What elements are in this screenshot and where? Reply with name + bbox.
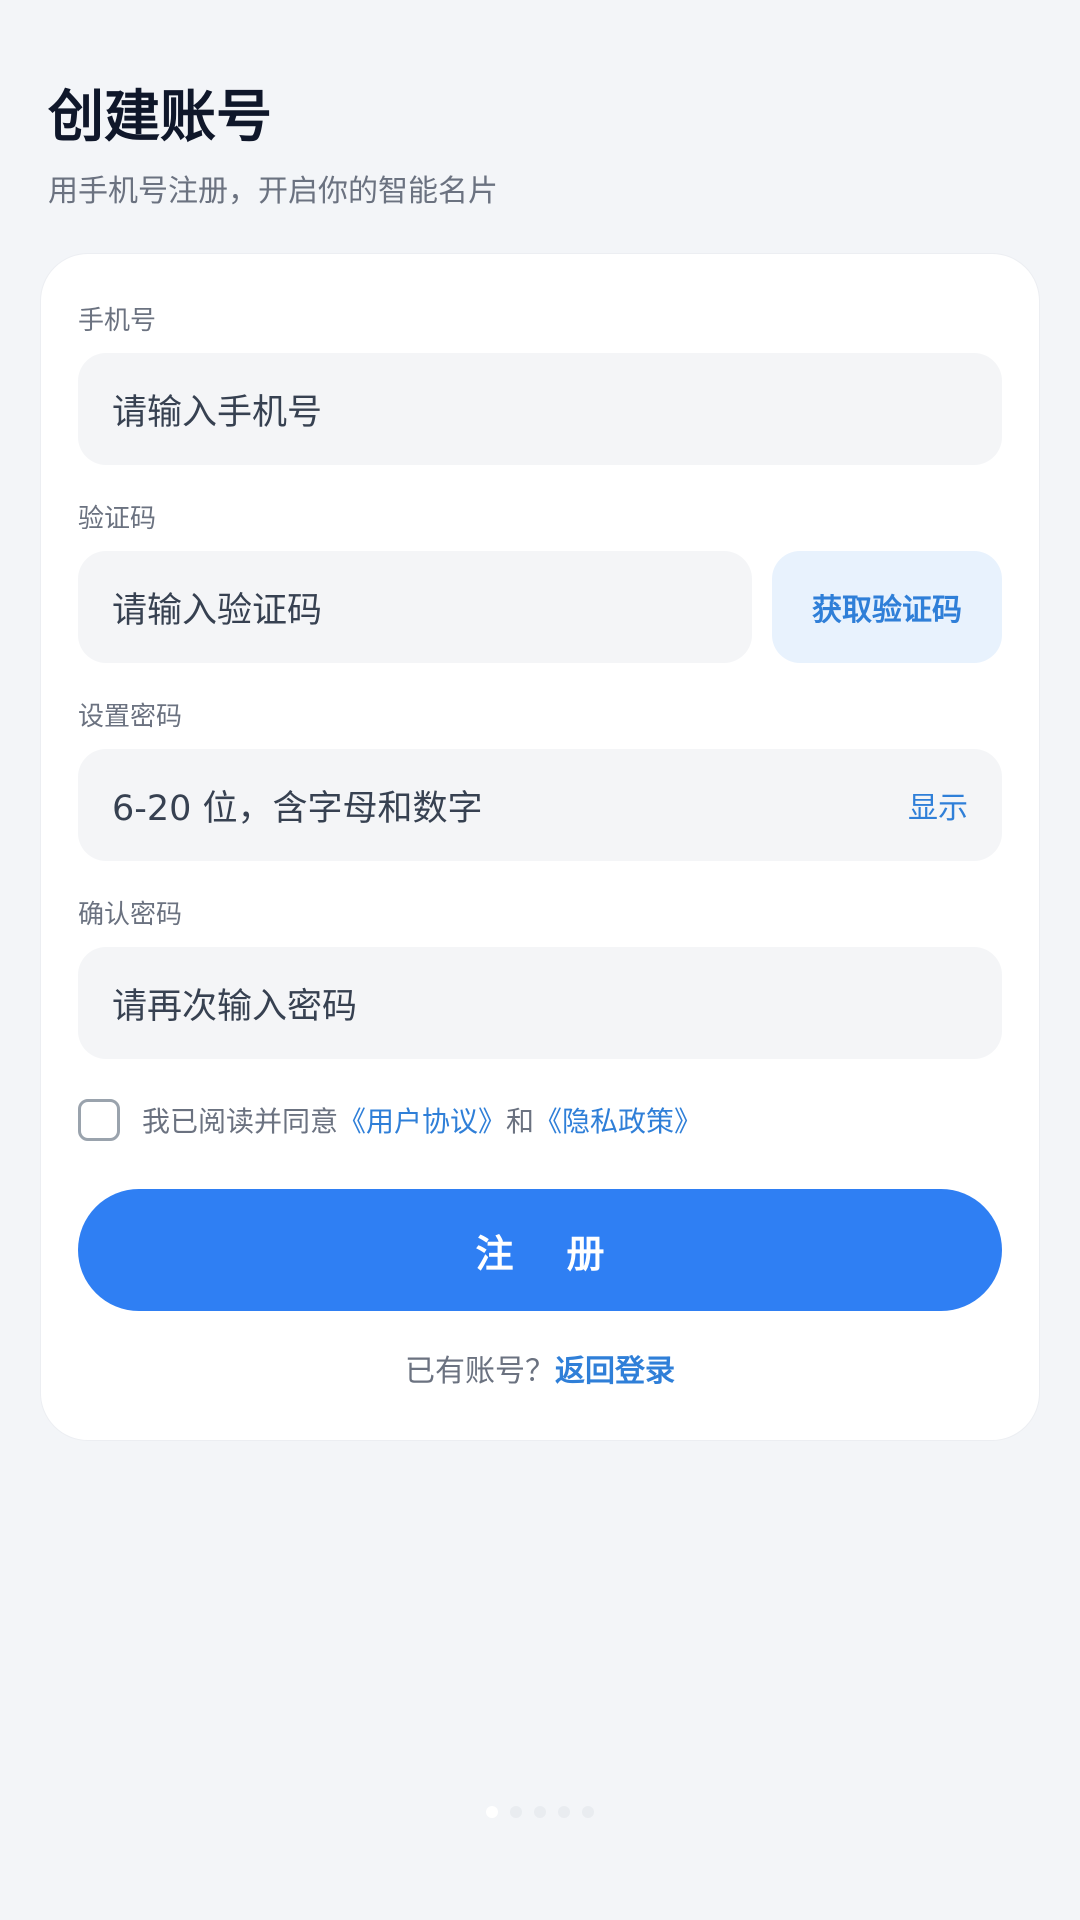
code-label: 验证码 <box>78 504 157 534</box>
user-agreement-link[interactable]: 《用户协议》 <box>338 1105 506 1138</box>
get-code-button[interactable]: 获取验证码 <box>772 551 1002 663</box>
page-dot <box>582 1806 594 1818</box>
register-page: 创建账号 用手机号注册，开启你的智能名片 手机号 请输入手机号 验证码 请输入验… <box>0 0 1080 1920</box>
agreement-text: 我已阅读并同意《用户协议》和《隐私政策》 <box>142 1100 702 1140</box>
agreement-connector: 和 <box>506 1105 535 1138</box>
page-dot <box>510 1806 522 1818</box>
page-dot <box>486 1806 498 1818</box>
agreement-checkbox[interactable] <box>78 1099 120 1141</box>
register-button[interactable]: 注 册 <box>78 1189 1002 1311</box>
page-subtitle: 用手机号注册，开启你的智能名片 <box>48 174 498 209</box>
phone-label: 手机号 <box>78 306 157 336</box>
phone-placeholder: 请输入手机号 <box>112 392 323 433</box>
page-dot <box>534 1806 546 1818</box>
privacy-policy-link[interactable]: 《隐私政策》 <box>534 1105 702 1138</box>
password-placeholder: 6-20 位，含字母和数字 <box>112 788 483 829</box>
back-to-login-link[interactable]: 返回登录 <box>555 1354 675 1389</box>
page-title: 创建账号 <box>48 85 272 150</box>
agreement-prefix: 我已阅读并同意 <box>142 1105 339 1138</box>
code-placeholder: 请输入验证码 <box>112 590 323 631</box>
password-label: 设置密码 <box>78 702 183 732</box>
confirm-password-input[interactable]: 请再次输入密码 <box>78 947 1002 1059</box>
password-input[interactable]: 6-20 位，含字母和数字 显示 <box>78 749 1002 861</box>
confirm-password-label: 确认密码 <box>78 900 183 930</box>
code-input[interactable]: 请输入验证码 <box>78 551 752 663</box>
agreement-row: 我已阅读并同意《用户协议》和《隐私政策》 <box>78 1098 702 1142</box>
phone-input[interactable]: 请输入手机号 <box>78 353 1002 465</box>
login-prompt-row: 已有账号？返回登录 <box>0 1352 1080 1392</box>
confirm-password-placeholder: 请再次输入密码 <box>112 986 358 1027</box>
page-dot <box>558 1806 570 1818</box>
login-prompt: 已有账号？ <box>405 1354 555 1389</box>
show-password-toggle[interactable]: 显示 <box>908 783 968 827</box>
page-indicator <box>0 1806 1080 1818</box>
